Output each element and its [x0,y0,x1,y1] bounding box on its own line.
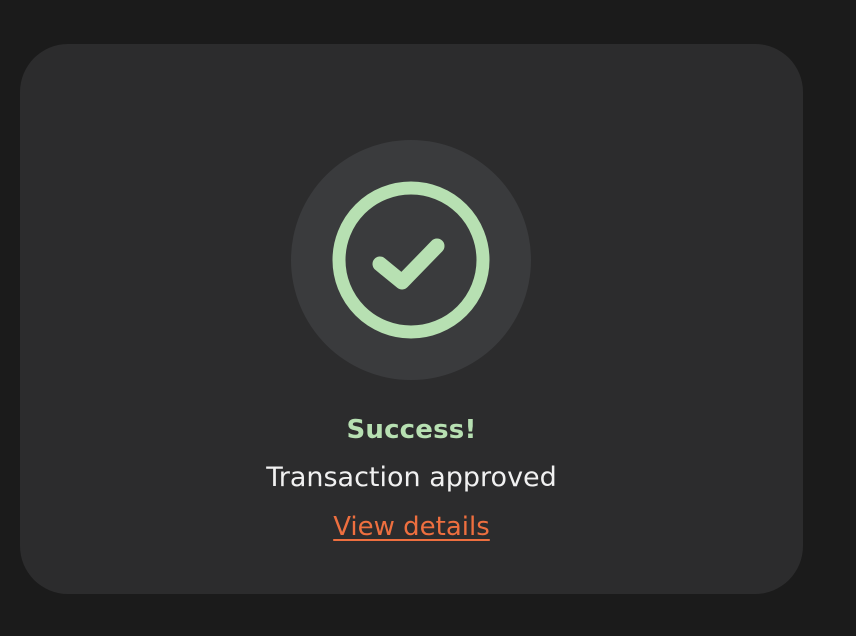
check-circle-icon [332,181,490,339]
status-card: Success! Transaction approved View detai… [20,44,803,594]
status-title: Success! [346,415,477,445]
status-icon-container [291,140,531,380]
status-message: Transaction approved [266,462,557,493]
view-details-link[interactable]: View details [333,512,490,542]
view-details-container: View details [20,509,803,545]
